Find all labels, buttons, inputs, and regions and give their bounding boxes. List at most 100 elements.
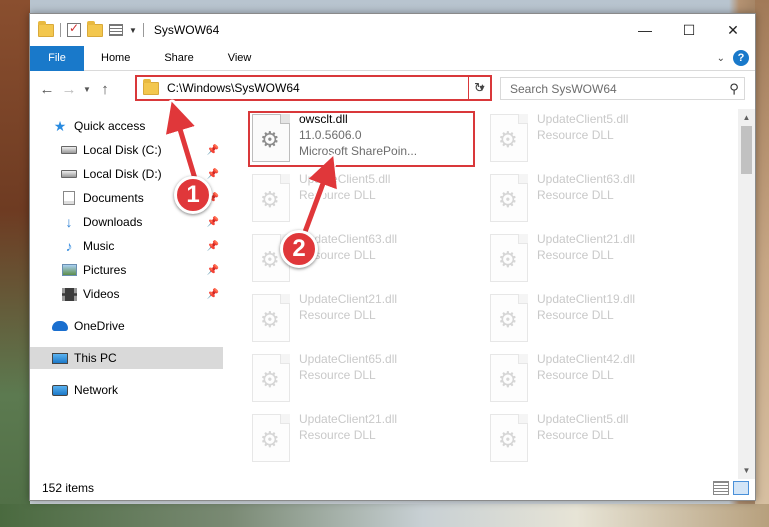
file-explorer-window: ▼ SysWOW64 — ☐ ✕ File Home Share View ⌄ …: [29, 13, 756, 501]
file-name: owsclt.dll: [299, 112, 348, 126]
file-item[interactable]: ⚙ UpdateClient21.dll Resource DLL: [246, 291, 481, 347]
up-arrow-icon[interactable]: ↑: [94, 81, 116, 98]
gear-icon: ⚙: [498, 187, 518, 212]
sidebar-item-label: Quick access: [74, 119, 146, 133]
folder-icon: [143, 78, 159, 95]
recent-locations-chevron-icon[interactable]: ▼: [80, 85, 94, 94]
properties-icon[interactable]: [67, 21, 81, 37]
back-arrow-icon[interactable]: ←: [36, 81, 58, 98]
expand-ribbon-chevron-icon[interactable]: ⌄: [717, 53, 725, 64]
tab-view[interactable]: View: [211, 46, 269, 71]
pin-icon[interactable]: 📌: [207, 265, 219, 276]
sidebar-item-quick-access[interactable]: ★ Quick access: [30, 115, 223, 137]
desktop-wallpaper-right: [755, 0, 769, 527]
sidebar-item-pictures[interactable]: Pictures 📌: [30, 259, 223, 281]
network-icon: [52, 384, 68, 396]
file-description: Resource DLL: [299, 428, 376, 442]
minimize-button[interactable]: —: [623, 14, 667, 46]
scrollbar-thumb[interactable]: [741, 126, 752, 174]
dll-file-icon: ⚙: [252, 174, 290, 222]
scroll-up-arrow-icon[interactable]: ▲: [738, 109, 755, 126]
music-icon: ♪: [65, 238, 73, 254]
pin-icon[interactable]: 📌: [207, 217, 219, 228]
address-path[interactable]: C:\Windows\SysWOW64: [167, 81, 474, 95]
pin-icon[interactable]: 📌: [207, 289, 219, 300]
sidebar-item-music[interactable]: ♪ Music 📌: [30, 235, 223, 257]
new-folder-icon[interactable]: [87, 20, 103, 37]
vertical-scrollbar[interactable]: ▲ ▼: [738, 109, 755, 479]
this-pc-icon: [52, 352, 68, 364]
search-box[interactable]: Search SysWOW64 ⚲: [500, 77, 745, 100]
help-icon[interactable]: ?: [733, 50, 749, 66]
tab-file[interactable]: File: [30, 45, 84, 71]
refresh-button[interactable]: ↻: [468, 75, 492, 101]
gear-icon: ⚙: [260, 187, 280, 212]
file-description: Resource DLL: [537, 188, 614, 202]
sidebar-item-label: Network: [74, 383, 119, 397]
file-description: Resource DLL: [299, 188, 376, 202]
dll-file-icon: ⚙: [252, 354, 290, 402]
file-description: Microsoft SharePoin...: [299, 144, 418, 158]
sidebar-item-label: Local Disk (C:): [83, 143, 162, 157]
disk-icon: [61, 146, 77, 154]
file-item[interactable]: ⚙ UpdateClient21.dll Resource DLL: [484, 231, 719, 287]
customize-toolbar-chevron-icon[interactable]: ▼: [129, 26, 137, 35]
sidebar-item-this-pc[interactable]: This PC: [30, 347, 223, 369]
file-list: ⚙ owsclt.dll 11.0.5606.0 Microsoft Share…: [246, 109, 740, 471]
gear-icon: ⚙: [260, 427, 280, 452]
close-button[interactable]: ✕: [711, 14, 755, 46]
star-icon: ★: [53, 117, 67, 134]
refresh-icon: ↻: [474, 80, 485, 95]
pin-icon[interactable]: 📌: [207, 241, 219, 252]
gear-icon: ⚙: [260, 127, 280, 152]
gear-icon: ⚙: [498, 127, 518, 152]
navigation-bar: ← → ▼ ↑ C:\Windows\SysWOW64 ▼ ↻ Search S…: [30, 72, 755, 106]
file-name: UpdateClient21.dll: [299, 292, 398, 306]
toolbar-separator: [142, 23, 144, 37]
tab-home[interactable]: Home: [84, 46, 147, 71]
dll-file-icon: ⚙: [490, 354, 528, 402]
sidebar-item-label: This PC: [74, 351, 117, 365]
file-item[interactable]: ⚙ UpdateClient5.dll Resource DLL: [484, 111, 719, 167]
dll-file-icon: ⚙: [252, 294, 290, 342]
dll-file-icon: ⚙: [490, 114, 528, 162]
file-item[interactable]: ⚙ UpdateClient63.dll Resource DLL: [484, 171, 719, 227]
file-item[interactable]: ⚙ UpdateClient5.dll Resource DLL: [246, 171, 481, 227]
file-name: UpdateClient5.dll: [537, 412, 629, 426]
file-description: Resource DLL: [537, 308, 614, 322]
maximize-button[interactable]: ☐: [667, 14, 711, 46]
details-view-icon[interactable]: [713, 481, 729, 495]
tiles-view-icon[interactable]: [733, 481, 749, 495]
file-item[interactable]: ⚙ UpdateClient21.dll Resource DLL: [246, 411, 481, 467]
pictures-icon: [61, 264, 77, 276]
search-icon[interactable]: ⚲: [724, 81, 744, 97]
desktop-wallpaper-bottom: [0, 504, 769, 527]
address-bar[interactable]: C:\Windows\SysWOW64 ▼: [135, 75, 492, 101]
sidebar-item-network[interactable]: Network: [30, 379, 223, 401]
tab-share[interactable]: Share: [147, 46, 210, 71]
file-item[interactable]: ⚙ UpdateClient65.dll Resource DLL: [246, 351, 481, 407]
sidebar-item-downloads[interactable]: ↓ Downloads 📌: [30, 211, 223, 233]
pin-icon[interactable]: 📌: [207, 169, 219, 180]
file-item[interactable]: ⚙ UpdateClient19.dll Resource DLL: [484, 291, 719, 347]
search-input[interactable]: Search SysWOW64: [510, 82, 724, 96]
file-item[interactable]: ⚙ UpdateClient42.dll Resource DLL: [484, 351, 719, 407]
sidebar-item-label: Documents: [83, 191, 144, 205]
pin-icon[interactable]: 📌: [207, 145, 219, 156]
file-name: UpdateClient5.dll: [299, 172, 391, 186]
gear-icon: ⚙: [498, 307, 518, 332]
file-item[interactable]: ⚙ UpdateClient5.dll Resource DLL: [484, 411, 719, 467]
sidebar-item-label: Downloads: [83, 215, 143, 229]
toolbar-separator: [60, 23, 61, 37]
forward-arrow-icon[interactable]: →: [58, 81, 80, 98]
sidebar-item-videos[interactable]: Videos 📌: [30, 283, 223, 305]
sidebar-item-onedrive[interactable]: OneDrive: [30, 315, 223, 337]
file-item-owsclt[interactable]: ⚙ owsclt.dll 11.0.5606.0 Microsoft Share…: [246, 111, 481, 167]
file-name: UpdateClient19.dll: [537, 292, 636, 306]
sidebar-item-label: Music: [83, 239, 115, 253]
gear-icon: ⚙: [260, 307, 280, 332]
view-options-icon[interactable]: [109, 24, 123, 36]
folder-icon: [38, 20, 54, 37]
sidebar-item-local-disk-c[interactable]: Local Disk (C:) 📌: [30, 139, 223, 161]
desktop-wallpaper-left: [0, 0, 30, 527]
